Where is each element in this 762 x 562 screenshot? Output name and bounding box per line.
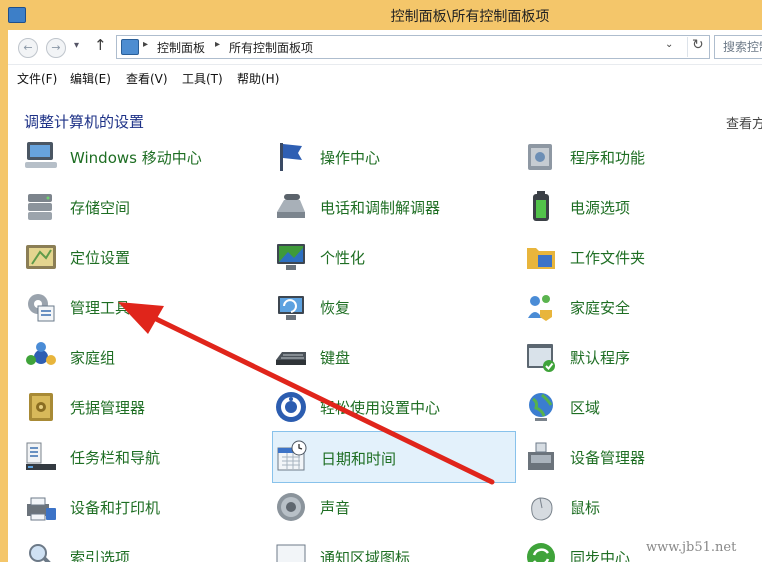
back-arrow-icon[interactable]: ← — [18, 38, 38, 58]
watermark: www.jb51.net — [646, 540, 737, 555]
recent-locations-chevron-icon[interactable]: ▾ — [74, 40, 79, 51]
power-options-icon — [533, 191, 549, 221]
view-by-label[interactable]: 查看方 — [726, 113, 762, 132]
breadcrumb-all-items[interactable]: 所有控制面板项 — [229, 39, 313, 56]
menu-help[interactable]: 帮助(H) — [237, 70, 279, 87]
item-storage-spaces[interactable]: 存储空间 — [24, 188, 264, 226]
title-bar: 控制面板\所有控制面板项 — [0, 0, 762, 30]
storage-spaces-icon — [28, 194, 52, 220]
item-programs-features[interactable]: 程序和功能 — [524, 138, 762, 176]
item-sound[interactable]: 声音 — [274, 488, 514, 526]
search-input[interactable]: 搜索控制 — [714, 35, 762, 59]
menu-tools[interactable]: 工具(T) — [182, 70, 223, 87]
credential-manager-icon — [29, 393, 53, 421]
item-admin-tools[interactable]: 管理工具 — [24, 288, 264, 326]
page-title: 调整计算机的设置 — [24, 113, 145, 131]
item-taskbar-navigation[interactable]: 任务栏和导航 — [24, 438, 264, 476]
location-settings-icon — [26, 245, 56, 269]
content-area: 调整计算机的设置 查看方 Windows 移动中心 操作中心 程序和功能 存储空… — [8, 91, 762, 562]
item-location-settings[interactable]: 定位设置 — [24, 238, 264, 276]
item-credential-manager[interactable]: 凭据管理器 — [24, 388, 264, 426]
menu-edit[interactable]: 编辑(E) — [70, 70, 111, 87]
personalization-icon — [277, 244, 305, 270]
item-action-center[interactable]: 操作中心 — [274, 138, 514, 176]
address-bar[interactable]: ▸ 控制面板 ▸ 所有控制面板项 ⌄ ↻ — [116, 35, 710, 59]
item-device-manager[interactable]: 设备管理器 — [524, 438, 762, 476]
default-programs-icon — [527, 344, 555, 372]
taskbar-navigation-icon — [26, 442, 56, 470]
control-panel-icon — [121, 39, 139, 55]
item-indexing-options[interactable]: 索引选项 — [24, 538, 264, 562]
date-time-icon — [277, 440, 307, 471]
mouse-icon — [531, 497, 553, 521]
phone-modem-icon — [277, 194, 305, 218]
admin-tools-icon — [28, 294, 55, 322]
homegroup-icon — [26, 342, 56, 365]
item-power-options[interactable]: 电源选项 — [524, 188, 762, 226]
mobility-center-icon — [25, 142, 57, 168]
item-recovery[interactable]: 恢复 — [274, 288, 514, 326]
item-ease-of-access[interactable]: 轻松使用设置中心 — [274, 388, 514, 426]
item-notification-icons[interactable]: 通知区域图标 — [274, 538, 514, 562]
action-center-flag-icon — [280, 143, 302, 171]
sync-center-icon — [527, 543, 555, 562]
item-devices-printers[interactable]: 设备和打印机 — [24, 488, 264, 526]
item-homegroup[interactable]: 家庭组 — [24, 338, 264, 376]
indexing-options-icon — [29, 544, 52, 562]
region-globe-icon — [529, 393, 553, 421]
window-title: 控制面板\所有控制面板项 — [390, 9, 550, 25]
notification-icons-icon — [276, 544, 306, 562]
item-phone-modem[interactable]: 电话和调制解调器 — [274, 188, 514, 226]
ease-of-access-icon — [276, 392, 306, 422]
menu-view[interactable]: 查看(V) — [126, 70, 168, 87]
programs-features-icon — [528, 144, 552, 170]
item-region[interactable]: 区域 — [524, 388, 762, 426]
menu-bar: 文件(F) 编辑(E) 查看(V) 工具(T) 帮助(H) — [8, 64, 762, 91]
menu-file[interactable]: 文件(F) — [17, 70, 57, 87]
control-panel-icon[interactable] — [8, 7, 26, 23]
item-work-folders[interactable]: 工作文件夹 — [524, 238, 762, 276]
recovery-icon — [278, 296, 304, 320]
navigation-bar: ← → ▾ ↑ ▸ 控制面板 ▸ 所有控制面板项 ⌄ ↻ 搜索控制 — [8, 30, 762, 64]
item-default-programs[interactable]: 默认程序 — [524, 338, 762, 376]
breadcrumb-control-panel[interactable]: 控制面板 — [157, 39, 205, 56]
item-family-safety[interactable]: 家庭安全 — [524, 288, 762, 326]
item-date-time[interactable]: 日期和时间 — [272, 431, 516, 483]
devices-printers-icon — [27, 497, 56, 521]
address-dropdown-chevron-icon[interactable]: ⌄ — [665, 39, 673, 50]
breadcrumb-separator-icon[interactable]: ▸ — [143, 39, 148, 50]
device-manager-icon — [528, 442, 554, 470]
sound-speaker-icon — [277, 493, 305, 521]
refresh-icon[interactable]: ↻ — [687, 37, 704, 57]
keyboard-icon — [276, 352, 306, 365]
work-folders-icon — [527, 248, 555, 269]
up-arrow-icon[interactable]: ↑ — [94, 36, 107, 54]
breadcrumb-separator-icon[interactable]: ▸ — [215, 39, 220, 50]
item-keyboard[interactable]: 键盘 — [274, 338, 514, 376]
item-personalization[interactable]: 个性化 — [274, 238, 514, 276]
item-windows-mobility-center[interactable]: Windows 移动中心 — [24, 138, 264, 176]
family-safety-icon — [528, 295, 552, 321]
item-mouse[interactable]: 鼠标 — [524, 488, 762, 526]
forward-arrow-icon[interactable]: → — [46, 38, 66, 58]
